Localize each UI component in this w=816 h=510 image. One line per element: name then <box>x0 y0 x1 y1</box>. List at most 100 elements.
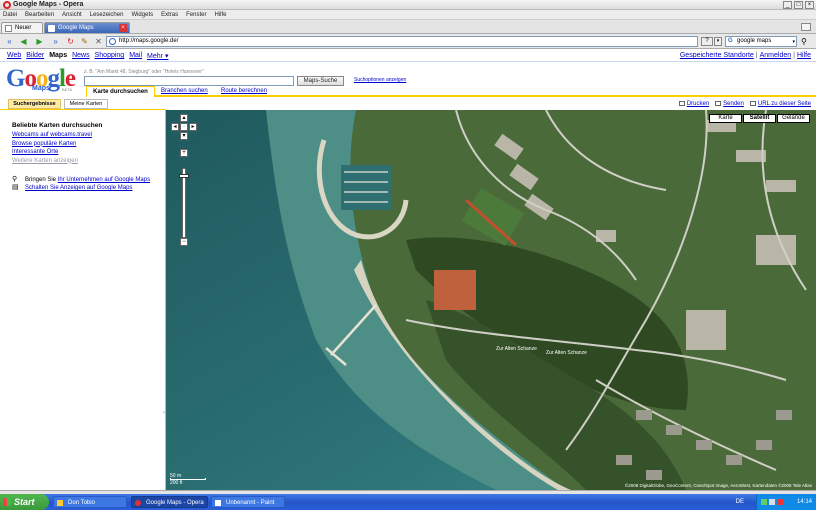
edit-icon[interactable]: ✎ <box>80 37 89 46</box>
menu-widgets[interactable]: Widgets <box>131 10 153 19</box>
print-link[interactable]: Drucken <box>678 101 709 107</box>
gnav-news[interactable]: News <box>72 52 90 60</box>
link-webcams[interactable]: Webcams auf webcams.travel <box>12 131 92 140</box>
address-bar[interactable]: http://maps.google.de/ <box>106 36 698 47</box>
menu-fenster[interactable]: Fenster <box>186 10 206 19</box>
rewind-icon[interactable]: « <box>5 37 14 46</box>
link-popular-maps[interactable]: Browse populäre Karten <box>12 140 92 149</box>
pan-down-icon[interactable]: ▾ <box>180 132 188 140</box>
menu-datei[interactable]: Datei <box>3 10 17 19</box>
gnav-mail[interactable]: Mail <box>129 52 142 60</box>
volume-icon[interactable] <box>769 499 775 505</box>
separator: | <box>793 52 795 59</box>
start-button[interactable]: Start <box>0 494 49 510</box>
tab-new[interactable]: Neuer Tab <box>1 22 43 41</box>
tab-browse-map[interactable]: Karte durchsuchen <box>86 86 155 97</box>
search-options-link[interactable]: Suchoptionen anzeigen <box>354 77 406 83</box>
map-type-satellite[interactable]: Satellit <box>743 114 776 123</box>
scale-bar: 50 m 200 ft <box>170 472 210 486</box>
taskbar-item-paint[interactable]: Unbenannt - Paint <box>211 496 285 508</box>
separator: | <box>755 52 758 59</box>
pan-reset-icon[interactable]: · <box>180 123 188 131</box>
security-icon[interactable] <box>777 499 783 505</box>
network-icon[interactable] <box>761 499 767 505</box>
saved-locations-link[interactable]: Gespeicherte Standorte <box>680 52 754 59</box>
system-tray: 14:14 <box>756 494 816 510</box>
panel-collapse-handle[interactable]: ‹ <box>163 410 165 416</box>
promo-ads: ▤ Schalten Sie Anzeigen auf Google Maps <box>12 184 132 192</box>
tab-maps-label: Google Maps <box>58 25 94 31</box>
map-imagery: Zur Alten Schanze Zur Alten Schanze <box>166 110 816 490</box>
link-to-page[interactable]: URL zu dieser Seite <box>749 101 811 107</box>
forward-icon[interactable]: ▶ <box>35 37 44 46</box>
chain-link-icon <box>749 101 756 106</box>
gnav-shopping[interactable]: Shopping <box>95 52 125 60</box>
left-panel: Beliebte Karten durchsuchen Webcams auf … <box>0 110 166 490</box>
tab-search-results[interactable]: Suchergebnisse <box>8 99 61 109</box>
tab-get-directions[interactable]: Route berechnen <box>221 86 267 97</box>
tab-bar: Neuer Tab Google Maps × <box>0 20 816 41</box>
tab-google-maps[interactable]: Google Maps × <box>44 22 130 33</box>
tab-find-businesses[interactable]: Branchen suchen <box>161 86 208 97</box>
send-link[interactable]: Senden <box>715 101 744 107</box>
windows-taskbar: Start Don Tobio Google Maps - Opera Unbe… <box>0 494 816 510</box>
minimize-button[interactable]: _ <box>783 1 792 9</box>
menu-lesezeichen[interactable]: Lesezeichen <box>90 10 124 19</box>
search-engine-value: google maps <box>737 38 772 44</box>
window-title: Google Maps - Opera <box>13 1 84 8</box>
fast-forward-icon[interactable]: » <box>51 37 60 46</box>
zoom-slider-handle[interactable] <box>179 174 189 178</box>
opera-icon <box>135 500 141 506</box>
close-tab-icon[interactable]: × <box>119 24 127 32</box>
zoom-control: ▴ ◂ · ▸ ▾ + − <box>170 114 198 250</box>
gnav-bilder[interactable]: Bilder <box>26 52 44 60</box>
menu-ansicht[interactable]: Ansicht <box>62 10 82 19</box>
pan-left-icon[interactable]: ◂ <box>171 123 179 131</box>
maps-search-button[interactable]: Maps-Suche <box>297 76 344 86</box>
zoom-in-icon[interactable]: + <box>180 149 188 157</box>
pan-up-icon[interactable]: ▴ <box>180 114 188 122</box>
taskbar-item-don-tobio[interactable]: Don Tobio <box>53 496 127 508</box>
menu-bearbeiten[interactable]: Bearbeiten <box>25 10 54 19</box>
popular-maps-list: Webcams auf webcams.travel Browse populä… <box>12 131 92 165</box>
zoom-slider-track[interactable] <box>182 168 186 238</box>
task-label: Unbenannt - Paint <box>226 500 275 506</box>
pan-right-icon[interactable]: ▸ <box>189 123 197 131</box>
map-type-terrain[interactable]: Gelände <box>777 114 810 123</box>
google-maps-logo[interactable]: Google Maps BETA <box>6 66 78 94</box>
gnav-web[interactable]: Web <box>7 52 21 60</box>
google-icon: G <box>728 38 733 44</box>
maximize-button[interactable]: □ <box>794 1 803 9</box>
sign-in-link[interactable]: Anmelden <box>760 52 792 59</box>
zoom-out-icon[interactable]: − <box>180 238 188 246</box>
map-type-map[interactable]: Karte <box>709 114 742 123</box>
reload-icon[interactable]: ↻ <box>66 37 75 46</box>
maps-search-input[interactable] <box>84 76 294 86</box>
menu-hilfe[interactable]: Hilfe <box>214 10 226 19</box>
help-link[interactable]: Hilfe <box>797 52 811 59</box>
promo2-link[interactable]: Schalten Sie Anzeigen auf Google Maps <box>25 185 132 191</box>
link-more-maps[interactable]: Weitere Karten anzeigen <box>12 157 92 166</box>
promo1-link[interactable]: Ihr Unternehmen auf Google Maps <box>58 177 150 183</box>
paint-icon <box>215 500 221 506</box>
close-button[interactable]: × <box>805 1 814 9</box>
input-language[interactable]: DE <box>736 494 744 510</box>
search-engine-dropdown-icon[interactable]: ▾ <box>792 38 795 47</box>
site-icon <box>109 38 116 45</box>
address-dropdown-icon[interactable]: ▾ <box>714 37 722 46</box>
map-tools: Drucken Senden URL zu dieser Seite <box>678 101 811 107</box>
menu-extras[interactable]: Extras <box>161 10 178 19</box>
gnav-mehr[interactable]: Mehr ▾ <box>147 52 168 60</box>
link-points-of-interest[interactable]: Interessante Orte <box>12 148 92 157</box>
send-label: Senden <box>723 101 744 107</box>
help-button[interactable]: ? <box>701 37 713 46</box>
taskbar-item-opera[interactable]: Google Maps - Opera <box>131 496 208 508</box>
tab-menu-button[interactable] <box>801 23 811 31</box>
tools-icon[interactable]: ✕ <box>94 37 103 46</box>
search-go-icon[interactable]: ⚲ <box>801 37 813 46</box>
tab-my-maps[interactable]: Meine Karten <box>64 99 108 109</box>
satellite-map[interactable]: Zur Alten Schanze Zur Alten Schanze Kart… <box>166 110 816 490</box>
menu-bar: Datei Bearbeiten Ansicht Lesezeichen Wid… <box>0 10 816 20</box>
back-icon[interactable]: ◀ <box>19 37 28 46</box>
search-engine-field[interactable]: G google maps ▾ <box>725 36 797 47</box>
